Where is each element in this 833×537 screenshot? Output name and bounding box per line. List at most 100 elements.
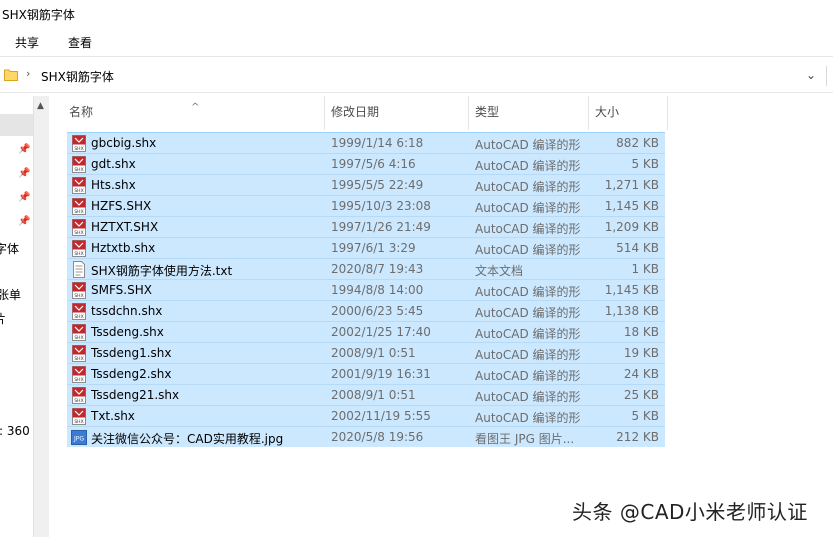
shx-file-icon: SHX xyxy=(71,156,87,173)
file-type: AutoCAD 编译的形 xyxy=(475,138,581,152)
file-row[interactable]: SHX钢筋字体使用方法.txt 2020/8/7 19:43 文本文档 1 KB xyxy=(67,258,665,279)
file-size: 1 KB xyxy=(631,262,659,276)
file-name: Hztxtb.shx xyxy=(91,241,156,255)
title-bar: SHX钢筋字体 xyxy=(0,0,833,28)
file-size: 212 KB xyxy=(616,430,659,444)
file-name: SHX钢筋字体使用方法.txt xyxy=(91,264,233,278)
file-size: 5 KB xyxy=(631,157,659,171)
nav-item-label[interactable]: 片 xyxy=(0,310,6,327)
file-row[interactable]: SHX HZTXT.SHX 1997/1/26 21:49 AutoCAD 编译的形 1… xyxy=(67,216,665,237)
file-row[interactable]: SHX gdt.shx 1997/5/6 4:16 AutoCAD 编译的形 5 KB xyxy=(67,153,665,174)
file-type: AutoCAD 编译的形 xyxy=(475,243,581,257)
file-row[interactable]: SHX Tssdeng21.shx 2008/9/1 0:51 AutoCAD 编译的… xyxy=(67,384,665,405)
file-type: AutoCAD 编译的形 xyxy=(475,369,581,383)
file-size: 1,145 KB xyxy=(604,199,659,213)
file-size: 5 KB xyxy=(631,409,659,423)
scroll-up-icon[interactable]: ▲ xyxy=(37,101,44,111)
column-header-name[interactable]: 名称 ^ xyxy=(63,96,325,130)
file-row[interactable]: SHX SMFS.SHX 1994/8/8 14:00 AutoCAD 编译的形 1,1… xyxy=(67,279,665,300)
shx-file-icon: SHX xyxy=(71,282,87,299)
nav-item-label[interactable]: : 360 xyxy=(0,424,30,438)
tab-share[interactable]: 共享 xyxy=(15,34,39,51)
file-row[interactable]: SHX Tssdeng.shx 2002/1/25 17:40 AutoCAD 编译的… xyxy=(67,321,665,342)
file-name: HZFS.SHX xyxy=(91,199,152,213)
sort-ascending-icon: ^ xyxy=(191,102,200,113)
file-row[interactable]: SHX Tssdeng2.shx 2001/9/19 16:31 AutoCAD 编译… xyxy=(67,363,665,384)
shx-file-icon: SHX xyxy=(71,366,87,383)
column-header-size-label: 大小 xyxy=(595,105,620,119)
svg-text:SHX: SHX xyxy=(74,209,83,215)
file-modified-date: 1999/1/14 6:18 xyxy=(331,136,424,150)
file-modified-date: 2020/8/7 19:43 xyxy=(331,262,424,276)
file-row[interactable]: SHX Hts.shx 1995/5/5 22:49 AutoCAD 编译的形 1,27… xyxy=(67,174,665,195)
file-row[interactable]: SHX Txt.shx 2002/11/19 5:55 AutoCAD 编译的形 5 K… xyxy=(67,405,665,426)
file-type: AutoCAD 编译的形 xyxy=(475,390,581,404)
svg-text:SHX: SHX xyxy=(74,230,83,236)
file-row[interactable]: SHX Tssdeng1.shx 2008/9/1 0:51 AutoCAD 编译的形… xyxy=(67,342,665,363)
breadcrumb-separator: › xyxy=(26,67,31,80)
file-name: Hts.shx xyxy=(91,178,136,192)
file-name: tssdchn.shx xyxy=(91,304,163,318)
file-size: 24 KB xyxy=(623,367,659,381)
file-row[interactable]: SHX gbcbig.shx 1999/1/14 6:18 AutoCAD 编译的形 8… xyxy=(67,132,665,153)
tab-view[interactable]: 查看 xyxy=(68,34,92,51)
chevron-down-icon[interactable]: ⌄ xyxy=(806,68,816,82)
file-type: AutoCAD 编译的形 xyxy=(475,285,581,299)
navigation-pane: 📌 📌 📌 📌 字体 张单 片 : 360 xyxy=(0,96,33,537)
file-row[interactable]: SHX HZFS.SHX 1995/10/3 23:08 AutoCAD 编译的形 1,… xyxy=(67,195,665,216)
file-type: AutoCAD 编译的形 xyxy=(475,201,581,215)
column-header-name-label: 名称 xyxy=(69,105,94,119)
shx-file-icon: SHX xyxy=(71,387,87,404)
file-modified-date: 1995/10/3 23:08 xyxy=(331,199,431,213)
file-name: Tssdeng1.shx xyxy=(91,346,172,360)
file-row[interactable]: SHX Hztxtb.shx 1997/6/1 3:29 AutoCAD 编译的形 51… xyxy=(67,237,665,258)
svg-text:SHX: SHX xyxy=(74,356,83,362)
file-size: 18 KB xyxy=(623,325,659,339)
file-row[interactable]: JPG 关注微信公众号：CAD实用教程.jpg 2020/5/8 19:56 看图王 … xyxy=(67,426,665,447)
column-header-size[interactable]: 大小 xyxy=(589,96,668,130)
file-row[interactable]: SHX tssdchn.shx 2000/6/23 5:45 AutoCAD 编译的形… xyxy=(67,300,665,321)
pin-icon: 📌 xyxy=(18,144,31,155)
file-size: 1,138 KB xyxy=(604,304,659,318)
file-name: Txt.shx xyxy=(91,409,135,423)
folder-icon xyxy=(4,69,18,81)
column-header-type-label: 类型 xyxy=(475,105,500,119)
file-name: Tssdeng.shx xyxy=(91,325,164,339)
svg-text:SHX: SHX xyxy=(74,188,83,194)
file-type: AutoCAD 编译的形 xyxy=(475,180,581,194)
svg-text:SHX: SHX xyxy=(74,419,83,425)
nav-selected-item[interactable] xyxy=(0,114,33,136)
svg-text:SHX: SHX xyxy=(74,335,83,341)
svg-text:SHX: SHX xyxy=(74,377,83,383)
column-header-type[interactable]: 类型 xyxy=(469,96,589,130)
shx-file-icon: SHX xyxy=(71,219,87,236)
column-header-date-label: 修改日期 xyxy=(331,105,380,119)
svg-text:SHX: SHX xyxy=(74,293,83,299)
pin-icon: 📌 xyxy=(18,192,31,203)
nav-item-label[interactable]: 张单 xyxy=(0,286,21,303)
file-type: 看图王 JPG 图片... xyxy=(475,432,575,446)
shx-file-icon: SHX xyxy=(71,408,87,425)
file-size: 1,271 KB xyxy=(604,178,659,192)
address-bar[interactable]: › SHX钢筋字体 ⌄ xyxy=(0,60,833,93)
file-name: Tssdeng2.shx xyxy=(91,367,172,381)
file-type: AutoCAD 编译的形 xyxy=(475,306,581,320)
file-size: 1,145 KB xyxy=(604,283,659,297)
file-type: AutoCAD 编译的形 xyxy=(475,348,581,362)
window-title: SHX钢筋字体 xyxy=(2,8,75,22)
pin-icon: 📌 xyxy=(18,216,31,227)
shx-file-icon: SHX xyxy=(71,240,87,257)
svg-text:JPG: JPG xyxy=(73,436,84,443)
nav-item-label[interactable]: 字体 xyxy=(0,240,19,257)
file-type: AutoCAD 编译的形 xyxy=(475,159,581,173)
file-size: 19 KB xyxy=(623,346,659,360)
file-type: AutoCAD 编译的形 xyxy=(475,327,581,341)
file-modified-date: 1997/1/26 21:49 xyxy=(331,220,431,234)
nav-scrollbar[interactable]: ▲ xyxy=(33,96,49,537)
svg-text:SHX: SHX xyxy=(74,251,83,257)
column-header-date[interactable]: 修改日期 xyxy=(325,96,469,130)
file-name: gdt.shx xyxy=(91,157,136,171)
file-modified-date: 2002/1/25 17:40 xyxy=(331,325,431,339)
file-size: 882 KB xyxy=(616,136,659,150)
breadcrumb-current-folder[interactable]: SHX钢筋字体 xyxy=(41,68,114,85)
